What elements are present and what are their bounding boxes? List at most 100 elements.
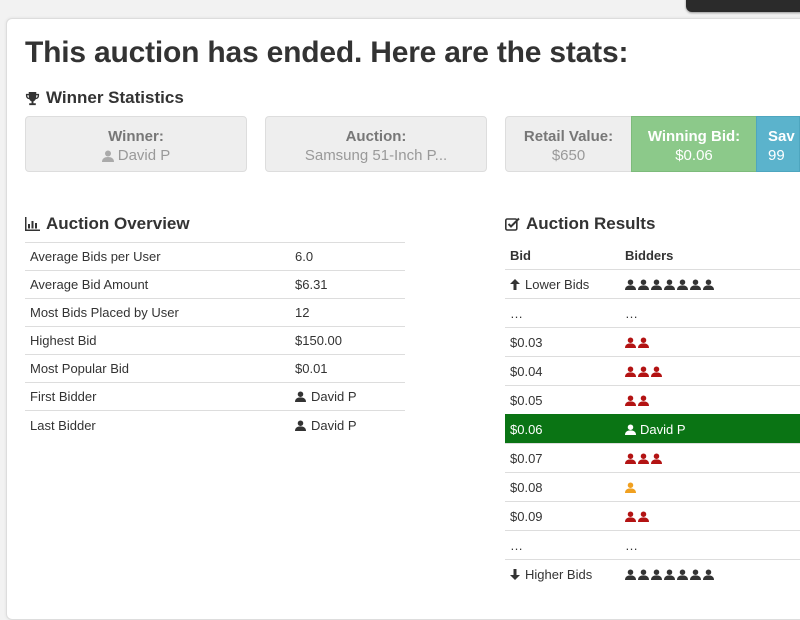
user-icon xyxy=(638,394,649,406)
user-icon xyxy=(677,568,688,580)
user-icon xyxy=(638,510,649,522)
table-header-row: Bid Bidders xyxy=(505,242,800,270)
auction-overview-table: Average Bids per User 6.0 Average Bid Am… xyxy=(25,242,405,440)
table-row: $0.04 xyxy=(505,356,800,386)
table-row: Last Bidder David P xyxy=(25,410,405,440)
row-value: $150.00 xyxy=(290,326,405,355)
first-bidder-name: David P xyxy=(311,389,357,404)
auction-overview-heading: Auction Overview xyxy=(25,214,190,234)
top-bar xyxy=(686,0,800,12)
table-row: Average Bids per User 6.0 xyxy=(25,242,405,271)
auction-name: Samsung 51-Inch P... xyxy=(304,147,448,164)
user-icon xyxy=(101,150,114,162)
user-icon xyxy=(638,336,649,348)
user-icon xyxy=(295,420,306,431)
winning-bid-box: Winning Bid: $0.06 xyxy=(631,116,757,172)
bid-value: $0.05 xyxy=(505,385,620,415)
section-label: Auction Results xyxy=(526,214,656,233)
retail-value-label: Retail Value: xyxy=(523,128,614,145)
user-icon xyxy=(690,568,701,580)
user-icon xyxy=(651,278,662,290)
user-icon xyxy=(625,394,636,406)
winner-label: Winner: xyxy=(108,128,164,145)
row-label: Average Bids per User xyxy=(25,242,290,271)
bid-value: $0.04 xyxy=(505,356,620,386)
bidder-icons xyxy=(625,365,800,377)
arrow-down-icon xyxy=(510,568,520,580)
row-label: Most Popular Bid xyxy=(25,354,290,383)
checkbox-icon xyxy=(505,217,520,231)
lower-bids-row[interactable]: Lower Bids xyxy=(505,269,800,299)
table-row: $0.07 xyxy=(505,443,800,473)
row-label: Most Bids Placed by User xyxy=(25,298,290,327)
lower-bids-label: Lower Bids xyxy=(525,276,590,292)
user-icon xyxy=(664,278,675,290)
page-title: This auction has ended. Here are the sta… xyxy=(25,36,629,69)
bid-value: $0.08 xyxy=(505,472,620,502)
table-row: Highest Bid $150.00 xyxy=(25,326,405,355)
table-row: $0.09 xyxy=(505,501,800,531)
winning-bid-row: $0.06 David P xyxy=(505,414,800,444)
user-icon xyxy=(651,365,662,377)
trophy-icon xyxy=(25,91,40,105)
savings-label: Sav xyxy=(768,128,795,145)
user-icon xyxy=(625,278,636,290)
table-row: Average Bid Amount $6.31 xyxy=(25,270,405,299)
row-label: First Bidder xyxy=(25,382,290,411)
savings-value: 99 xyxy=(768,147,785,164)
retail-value-box: Retail Value: $650 xyxy=(505,116,632,172)
bar-chart-icon xyxy=(25,217,40,231)
auction-results-heading: Auction Results xyxy=(505,214,655,234)
auction-box: Auction: Samsung 51-Inch P... xyxy=(265,116,487,172)
ellipsis: … xyxy=(620,298,800,328)
user-icon xyxy=(625,365,636,377)
section-label: Auction Overview xyxy=(46,214,190,233)
bidder-icons xyxy=(625,336,800,348)
higher-bids-row[interactable]: Higher Bids xyxy=(505,559,800,588)
bidder-icons xyxy=(625,510,800,522)
ellipsis: … xyxy=(505,530,620,560)
section-label: Winner Statistics xyxy=(46,88,184,107)
bidder-icons xyxy=(625,568,800,580)
winner-statistics-heading: Winner Statistics xyxy=(25,88,184,108)
auction-results-table: Bid Bidders Lower Bids … … $0.03 $0.04 $… xyxy=(505,242,800,588)
bidder-icons xyxy=(625,452,800,464)
last-bidder-name: David P xyxy=(311,418,357,433)
user-icon xyxy=(625,336,636,348)
user-icon xyxy=(625,423,636,435)
user-icon xyxy=(664,568,675,580)
row-value: 6.0 xyxy=(290,242,405,271)
user-icon xyxy=(651,452,662,464)
winning-bid-value: $0.06 xyxy=(675,147,713,164)
winner-name: David P xyxy=(640,421,686,437)
user-icon xyxy=(625,481,636,493)
row-value: $6.31 xyxy=(290,270,405,299)
user-icon xyxy=(703,278,714,290)
bid-value: $0.03 xyxy=(505,327,620,357)
table-row: Most Bids Placed by User 12 xyxy=(25,298,405,327)
winning-bid-label: Winning Bid: xyxy=(647,128,741,145)
table-row: Most Popular Bid $0.01 xyxy=(25,354,405,383)
row-value: $0.01 xyxy=(290,354,405,383)
ellipsis: … xyxy=(620,530,800,560)
row-label: Average Bid Amount xyxy=(25,270,290,299)
bid-value: $0.07 xyxy=(505,443,620,473)
user-icon xyxy=(625,510,636,522)
column-header-bidders: Bidders xyxy=(625,248,674,263)
bid-value: $0.06 xyxy=(505,414,620,444)
user-icon xyxy=(638,568,649,580)
user-icon xyxy=(638,365,649,377)
table-row: $0.03 xyxy=(505,327,800,357)
row-label: Last Bidder xyxy=(25,410,290,440)
winner-box: Winner: David P xyxy=(25,116,247,172)
user-icon xyxy=(690,278,701,290)
user-icon xyxy=(651,568,662,580)
bidder-icons xyxy=(625,278,800,290)
retail-value: $650 xyxy=(551,147,586,164)
ellipsis-row: … … xyxy=(505,298,800,328)
user-icon xyxy=(677,278,688,290)
winner-name: David P xyxy=(117,147,171,164)
user-icon xyxy=(295,391,306,402)
auction-label: Auction: xyxy=(345,128,407,145)
bid-value: $0.09 xyxy=(505,501,620,531)
